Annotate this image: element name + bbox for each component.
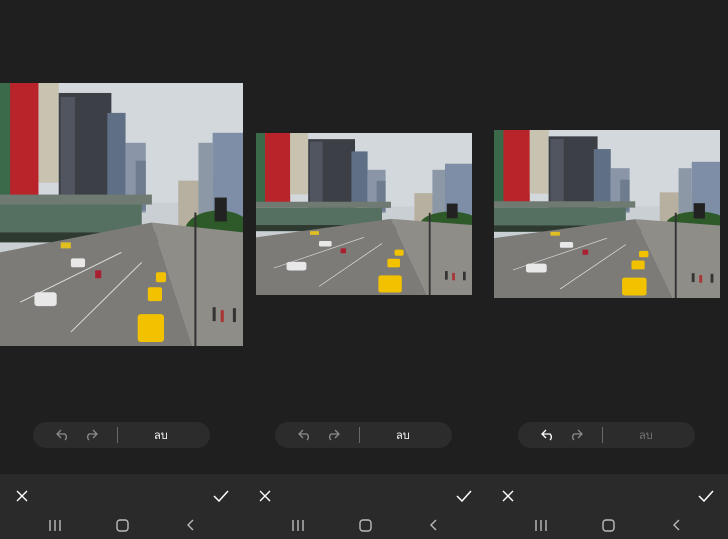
system-nav-bar [243,514,486,536]
editor-panel-3: ลบ [486,0,728,539]
undo-icon[interactable] [293,422,317,448]
bottom-bar [0,474,243,539]
photo-canvas[interactable] [494,130,720,298]
editor-panel-1: ลบ [0,0,243,539]
toolbar-divider [359,427,360,443]
redo-icon[interactable] [564,422,588,448]
photo-canvas[interactable] [256,133,472,295]
erase-button[interactable]: ลบ [154,426,168,444]
close-icon[interactable] [251,482,279,510]
home-icon[interactable] [354,514,376,536]
system-nav-bar [486,514,728,536]
recents-icon[interactable] [530,514,552,536]
check-icon[interactable] [207,482,235,510]
redo-icon[interactable] [79,422,103,448]
bottom-bar [243,474,486,539]
recents-icon[interactable] [287,514,309,536]
redo-icon[interactable] [321,422,345,448]
editor-panel-2: ลบ [243,0,486,539]
home-icon[interactable] [597,514,619,536]
edit-toolbar: ลบ [275,422,452,448]
toolbar-divider [602,427,603,443]
erase-button[interactable]: ลบ [396,426,410,444]
undo-icon[interactable] [536,422,560,448]
photo-canvas[interactable] [0,83,243,346]
edit-toolbar: ลบ [33,422,210,448]
recents-icon[interactable] [44,514,66,536]
check-icon[interactable] [450,482,478,510]
home-icon[interactable] [111,514,133,536]
back-icon[interactable] [179,514,201,536]
back-icon[interactable] [665,514,687,536]
bottom-bar [486,474,728,539]
erase-button[interactable]: ลบ [639,426,653,444]
close-icon[interactable] [8,482,36,510]
toolbar-divider [117,427,118,443]
check-icon[interactable] [692,482,720,510]
system-nav-bar [0,514,243,536]
undo-icon[interactable] [51,422,75,448]
close-icon[interactable] [494,482,522,510]
edit-toolbar: ลบ [518,422,695,448]
back-icon[interactable] [422,514,444,536]
